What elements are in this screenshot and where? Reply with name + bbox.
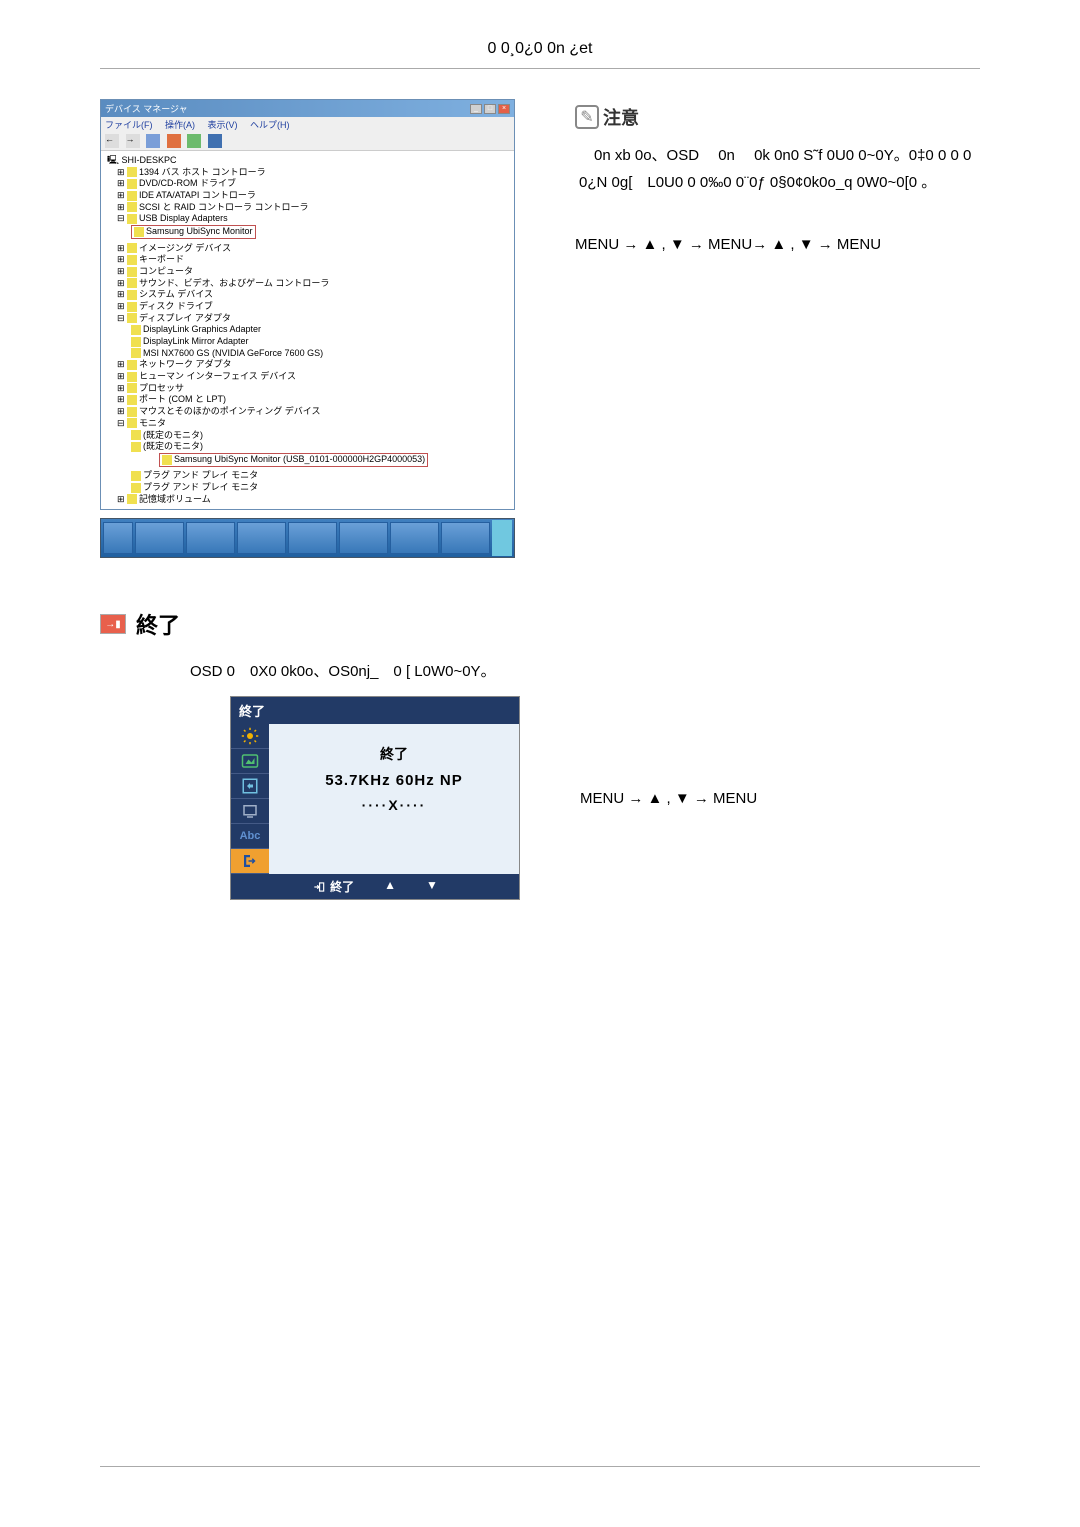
tree-item: ⊞ 1394 バス ホスト コントローラ xyxy=(103,167,512,179)
device-manager-window: デバイス マネージャ _ □ × ファイル(F) 操作(A) 表示(V) ヘルプ… xyxy=(100,99,515,510)
taskbar-segment xyxy=(288,522,337,554)
taskbar-segment xyxy=(339,522,388,554)
tree-item: ⊞ ポート (COM と LPT) xyxy=(103,394,512,406)
section-description: OSD 0 0X0 0k0o、OS0nj_ 0 [ L0W0~0Y。 xyxy=(190,660,980,681)
toolbar-icon-3[interactable] xyxy=(187,134,201,148)
osd-frequency: 53.7KHz 60Hz NP xyxy=(325,772,463,789)
minimize-button[interactable]: _ xyxy=(470,104,482,114)
tree-item: (既定のモニタ) xyxy=(103,441,512,453)
text-icon[interactable]: Abc xyxy=(231,824,269,849)
osd-panel: 終了 xyxy=(230,696,520,900)
taskbar-segment xyxy=(135,522,184,554)
osd-content: 終了 53.7KHz 60Hz NP ····X···· xyxy=(269,724,519,874)
exit-icon: →▮ xyxy=(100,614,126,634)
window-controls: _ □ × xyxy=(470,104,510,114)
menu-file[interactable]: ファイル(F) xyxy=(105,120,153,130)
input-icon[interactable] xyxy=(231,774,269,799)
tree-item: ⊞ SCSI と RAID コントローラ コントローラ xyxy=(103,202,512,214)
tree-item: ⊞ DVD/CD-ROM ドライブ xyxy=(103,178,512,190)
osd-indicator: ····X···· xyxy=(362,797,427,813)
tree-item: DisplayLink Mirror Adapter xyxy=(103,336,512,348)
notice-heading: ✎ 注意 xyxy=(575,104,980,130)
menu-help[interactable]: ヘルプ(H) xyxy=(250,120,290,130)
toolbar-icon-2[interactable] xyxy=(167,134,181,148)
tree-item: ⊞ 記憶域ボリューム xyxy=(103,494,512,506)
tree-item: ⊞ ディスク ドライブ xyxy=(103,301,512,313)
down-arrow-icon[interactable]: ▼ xyxy=(426,878,438,895)
tree-item: ⊟ ディスプレイ アダプタ xyxy=(103,313,512,325)
toolbar-icon-4[interactable] xyxy=(208,134,222,148)
page-header: 0 0¸0¿0 0n ¿et xyxy=(100,40,980,69)
up-arrow-icon[interactable]: ▲ xyxy=(384,878,396,895)
taskbar-segment xyxy=(103,522,133,554)
toolbar-icon-1[interactable] xyxy=(146,134,160,148)
tree-item: プラグ アンド プレイ モニタ xyxy=(103,482,512,494)
picture-icon[interactable] xyxy=(231,749,269,774)
tree-item: ⊞ サウンド、ビデオ、およびゲーム コントローラ xyxy=(103,278,512,290)
heading-text: 終了 xyxy=(136,608,180,640)
tree-item: ⊟ USB Display Adapters xyxy=(103,213,512,225)
footer-divider xyxy=(100,1466,980,1467)
section-heading: →▮ 終了 xyxy=(100,608,980,640)
menu-view[interactable]: 表示(V) xyxy=(208,120,238,130)
tree-item: プラグ アンド プレイ モニタ xyxy=(103,470,512,482)
tree-item: ⊟ モニタ xyxy=(103,418,512,430)
tree-item: ⊞ IDE ATA/ATAPI コントローラ xyxy=(103,190,512,202)
tree-item: ⊞ イメージング デバイス xyxy=(103,243,512,255)
window-title: デバイス マネージャ xyxy=(105,102,188,115)
tree-item: (既定のモニタ) xyxy=(103,430,512,442)
device-tree: 🖳 SHI-DESKPC ⊞ 1394 バス ホスト コントローラ ⊞ DVD/… xyxy=(101,151,514,509)
tree-item-highlighted: Samsung UbiSync Monitor xyxy=(131,225,256,239)
taskbar-segment xyxy=(237,522,286,554)
tree-item: ⊞ キーボード xyxy=(103,254,512,266)
screen-icon[interactable] xyxy=(231,799,269,824)
notice-body: 0n xb 0o、OSD 0n 0k 0n0 S˜f 0U0 0~0Y。0‡0 … xyxy=(579,142,980,196)
menu-bar: ファイル(F) 操作(A) 表示(V) ヘルプ(H) xyxy=(101,117,514,132)
exit-tab-icon[interactable] xyxy=(231,849,269,874)
tree-item: ⊞ ヒューマン インターフェイス デバイス xyxy=(103,371,512,383)
menu-navigation-1: MENU → ▲ , ▼ → MENU→ ▲ , ▼ → MENU xyxy=(575,231,980,258)
tree-item: ⊞ プロセッサ xyxy=(103,383,512,395)
forward-icon[interactable]: → xyxy=(126,134,140,148)
osd-title: 終了 xyxy=(231,697,519,724)
taskbar-figure xyxy=(100,518,515,558)
taskbar-tray xyxy=(492,520,512,556)
notice-title: 注意 xyxy=(603,104,639,130)
tree-item: DisplayLink Graphics Adapter xyxy=(103,324,512,336)
titlebar: デバイス マネージャ _ □ × xyxy=(101,100,514,117)
tree-root: 🖳 SHI-DESKPC xyxy=(103,155,512,167)
tree-item: ⊞ コンピュータ xyxy=(103,266,512,278)
tree-item: ⊞ マウスとそのほかのポインティング デバイス xyxy=(103,406,512,418)
osd-sidebar: Abc xyxy=(231,724,269,874)
menu-navigation-2: MENU → ▲ , ▼ → MENU xyxy=(580,785,757,812)
pencil-icon: ✎ xyxy=(575,105,599,129)
taskbar-segment xyxy=(390,522,439,554)
footer-exit[interactable]: 終了 xyxy=(312,878,354,895)
close-button[interactable]: × xyxy=(498,104,510,114)
tree-item: ⊞ システム デバイス xyxy=(103,289,512,301)
section-1: デバイス マネージャ _ □ × ファイル(F) 操作(A) 表示(V) ヘルプ… xyxy=(100,99,980,558)
osd-footer: 終了 ▲ ▼ xyxy=(231,874,519,899)
section-2: →▮ 終了 OSD 0 0X0 0k0o、OS0nj_ 0 [ L0W0~0Y。… xyxy=(100,608,980,900)
tree-item: ⊞ ネットワーク アダプタ xyxy=(103,359,512,371)
tree-item-highlighted: Samsung UbiSync Monitor (USB_0101-000000… xyxy=(159,453,428,467)
notice-column: ✎ 注意 0n xb 0o、OSD 0n 0k 0n0 S˜f 0U0 0~0Y… xyxy=(575,99,980,558)
back-icon[interactable]: ← xyxy=(105,134,119,148)
tree-item: MSI NX7600 GS (NVIDIA GeForce 7600 GS) xyxy=(103,348,512,360)
toolbar: ← → xyxy=(101,132,514,151)
brightness-icon[interactable] xyxy=(231,724,269,749)
maximize-button[interactable]: □ xyxy=(484,104,496,114)
taskbar-segment xyxy=(186,522,235,554)
menu-action[interactable]: 操作(A) xyxy=(165,120,195,130)
taskbar-segment xyxy=(441,522,490,554)
osd-main-label: 終了 xyxy=(380,744,408,764)
